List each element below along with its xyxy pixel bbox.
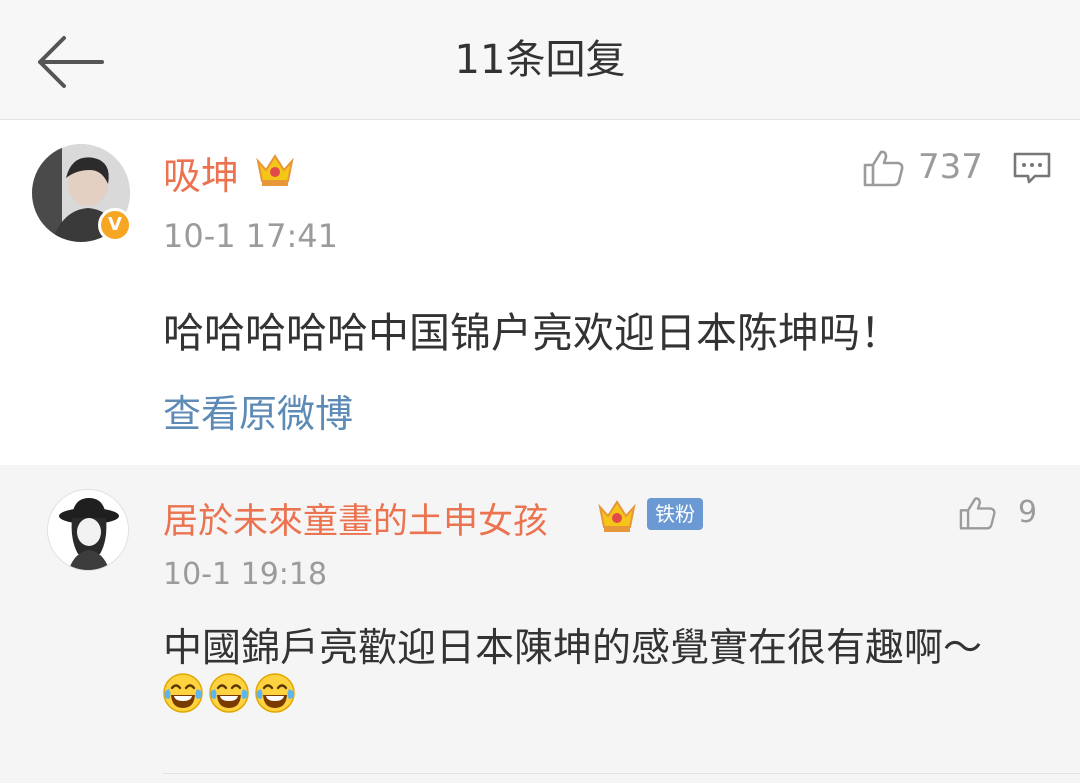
avatar[interactable] bbox=[47, 489, 129, 571]
laughing-tears-icon bbox=[163, 673, 203, 713]
laughing-tears-icon bbox=[209, 673, 249, 713]
avatar-illustration bbox=[48, 490, 128, 570]
reply-text: 中國錦戶亮歡迎日本陳坤的感覺實在很有趣啊～ bbox=[163, 626, 983, 671]
page-title: 11条回复 bbox=[454, 37, 626, 83]
crown-icon bbox=[256, 154, 294, 186]
comment-icon bbox=[1013, 152, 1051, 184]
top-bar: 11条回复 bbox=[0, 0, 1080, 120]
like-count: 737 bbox=[918, 147, 983, 187]
timestamp: 10-1 19:18 bbox=[163, 557, 328, 592]
timestamp: 10-1 17:41 bbox=[163, 217, 339, 255]
like-button[interactable] bbox=[958, 495, 998, 531]
verified-v-icon: V bbox=[98, 208, 132, 242]
thumbs-up-icon bbox=[959, 497, 996, 530]
comment-text: 哈哈哈哈哈中国锦户亮欢迎日本陈坤吗！ bbox=[163, 309, 901, 357]
username[interactable]: 居於未來童畫的土申女孩 bbox=[163, 493, 548, 544]
main-comment: 吸坤 737 10-1 17:41 哈哈哈哈哈中国锦户亮欢迎日本陈坤吗！ 查看原… bbox=[0, 121, 1080, 465]
crown-icon bbox=[598, 500, 636, 532]
username[interactable]: 吸坤 bbox=[163, 145, 239, 200]
reply-item: 居於未來童畫的土申女孩 铁粉 9 10-1 19:18 中國錦戶亮歡迎日本陳坤的… bbox=[0, 465, 1080, 783]
reply-page: 11条回复 吸坤 737 10-1 17:41 哈哈哈哈哈中国锦户亮欢迎日本陈坤… bbox=[0, 0, 1080, 783]
divider bbox=[163, 773, 1080, 774]
view-original-link[interactable]: 查看原微博 bbox=[163, 383, 353, 438]
reply-button[interactable] bbox=[1012, 151, 1052, 185]
fan-badge: 铁粉 bbox=[647, 498, 703, 530]
like-button[interactable] bbox=[862, 148, 906, 188]
thumbs-up-icon bbox=[863, 150, 904, 187]
like-count: 9 bbox=[1018, 495, 1038, 530]
laughing-tears-icon bbox=[255, 673, 295, 713]
